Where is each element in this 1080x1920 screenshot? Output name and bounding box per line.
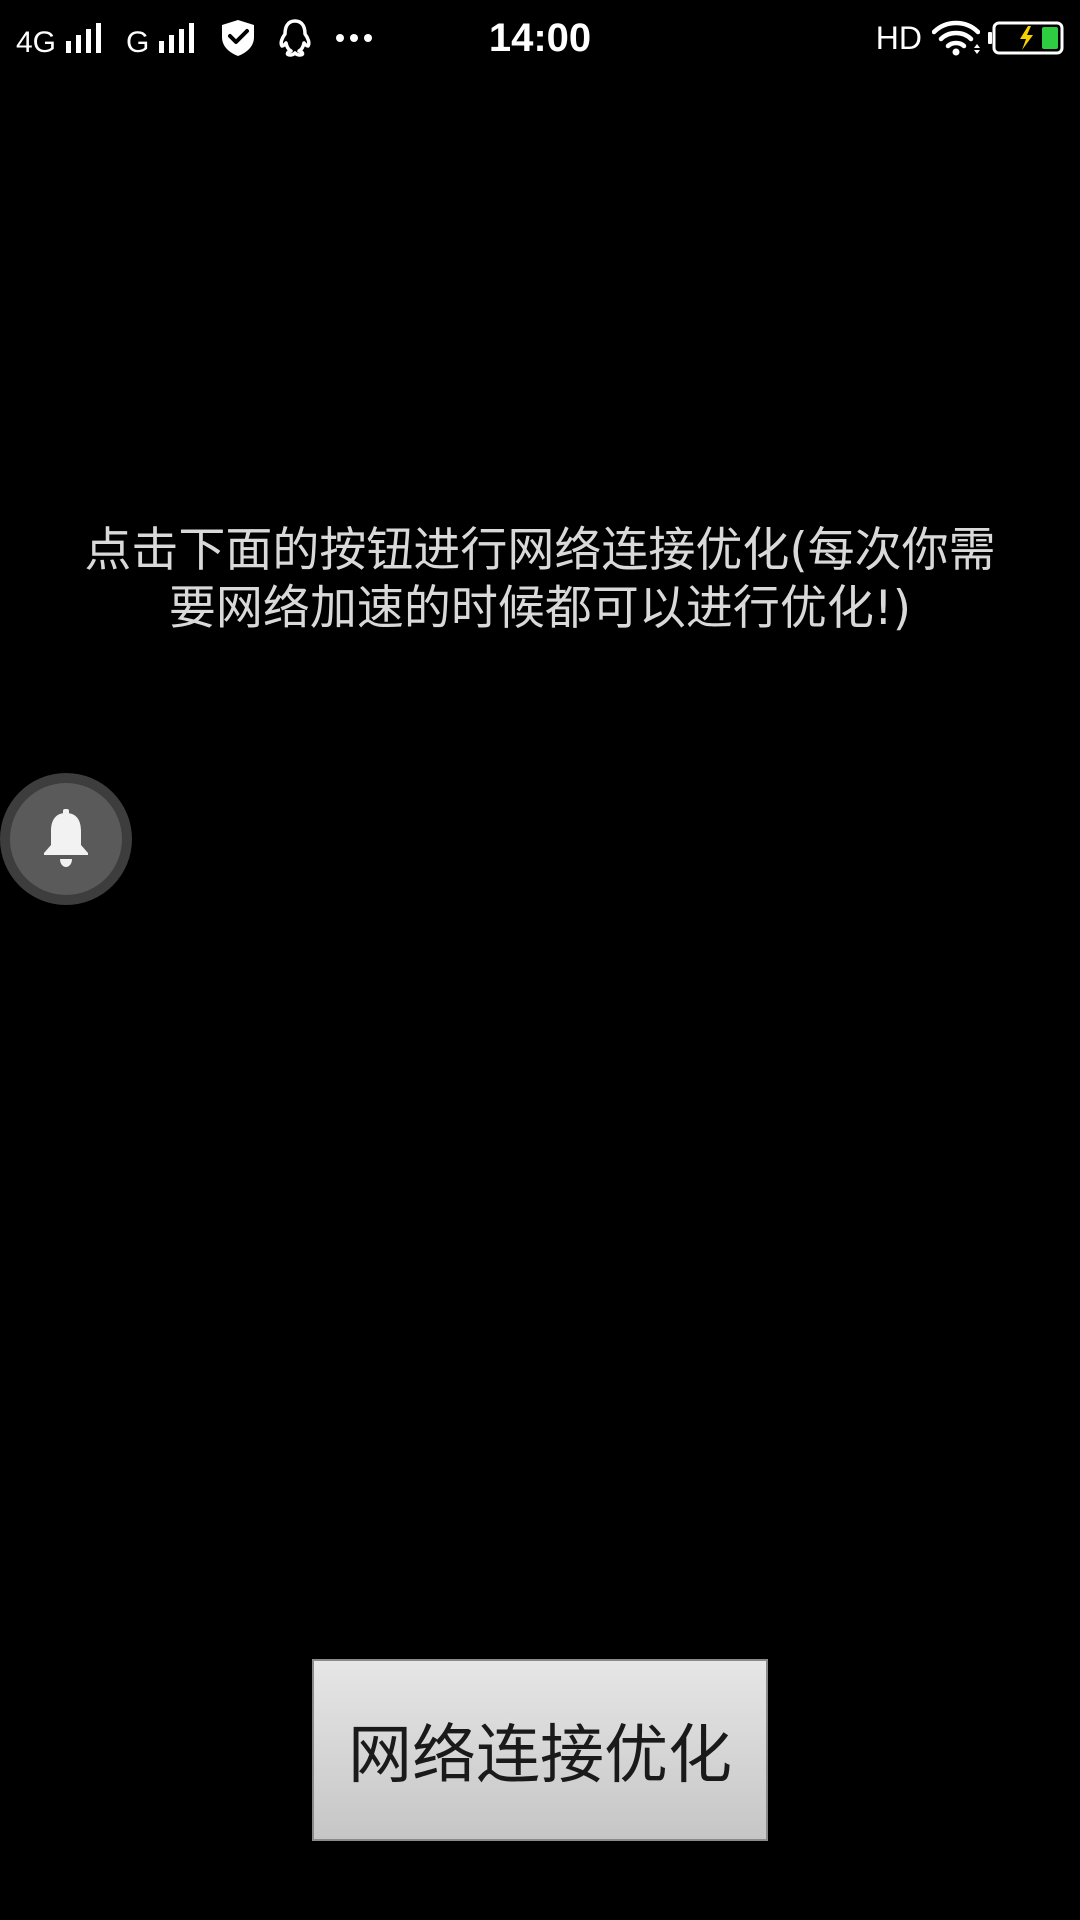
floating-notification-button[interactable] [0,773,132,905]
shield-icon [222,20,255,56]
more-dots-icon [336,34,373,42]
signal-icon [66,23,102,53]
network-optimize-button[interactable]: 网络连接优化 [312,1659,768,1841]
floating-button-inner[interactable] [10,783,122,895]
signal-icon [159,23,195,53]
qq-icon [279,19,311,57]
hd-voice-label: HD [875,19,922,56]
bell-icon [44,809,88,867]
status-bar: 4G G 14:00 HD [0,0,1080,76]
status-bar-left: 4G G [16,14,373,62]
wifi-icon [932,20,980,56]
network-type-4g: 4G [16,26,57,59]
battery-charging-icon [988,21,1064,55]
status-bar-clock: 14:00 [488,16,592,60]
status-bar-right: HD [876,14,1064,62]
instruction-text: 点击下面的按钮进行网络连接优化(每次你需 要网络加速的时候都可以进行优化!) [84,523,996,636]
network-type-g: G [126,26,150,59]
